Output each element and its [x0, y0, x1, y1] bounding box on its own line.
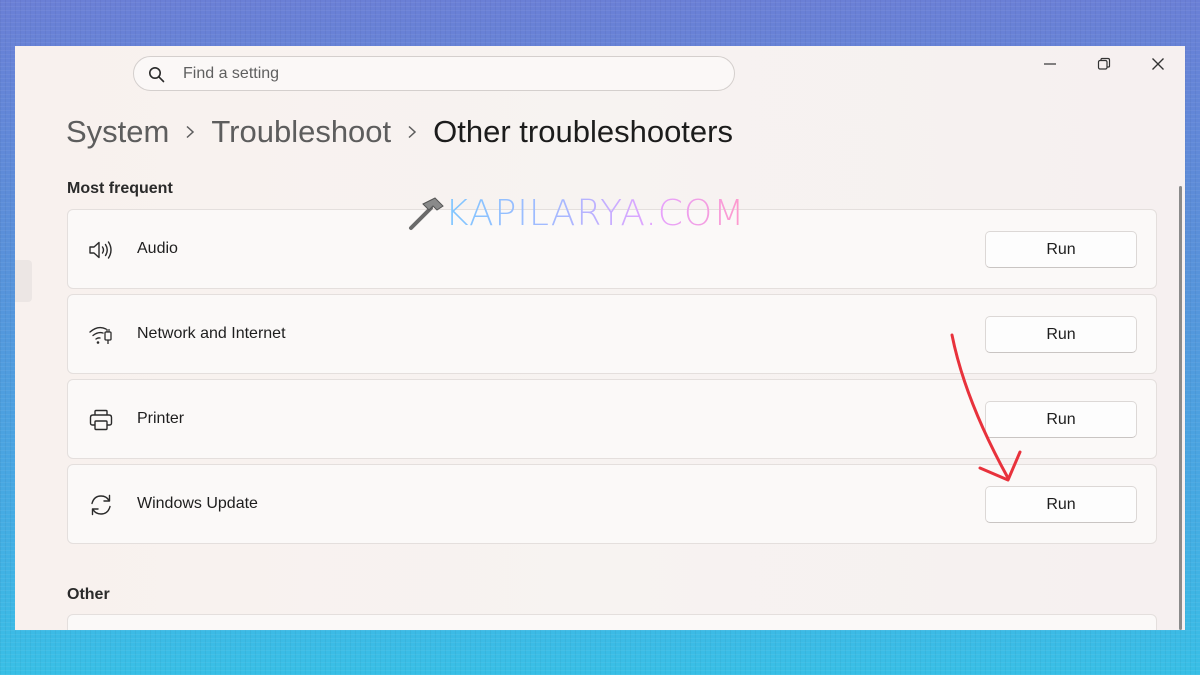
speaker-icon	[89, 241, 112, 259]
close-button[interactable]	[1131, 46, 1185, 82]
troubleshooter-label: Windows Update	[137, 495, 258, 512]
troubleshooter-card-partial	[67, 614, 1157, 630]
annotation-arrow-icon	[950, 333, 1022, 482]
search-icon	[149, 67, 165, 83]
breadcrumb-troubleshoot[interactable]: Troubleshoot	[211, 114, 391, 150]
restore-icon	[1097, 57, 1111, 70]
minimize-icon	[1044, 63, 1056, 65]
run-audio-button[interactable]: Run	[985, 231, 1137, 268]
chevron-right-icon	[407, 125, 417, 139]
restore-button[interactable]	[1077, 46, 1131, 82]
breadcrumb: System Troubleshoot Other troubleshooter…	[66, 114, 733, 150]
troubleshooter-label: Audio	[137, 240, 178, 257]
settings-window: System Troubleshoot Other troubleshooter…	[15, 46, 1185, 630]
close-icon	[1152, 58, 1164, 70]
breadcrumb-system[interactable]: System	[66, 114, 169, 150]
chevron-right-icon	[185, 125, 195, 139]
page-title: Other troubleshooters	[433, 114, 733, 149]
nav-pane-edge	[15, 260, 32, 302]
scrollbar[interactable]	[1179, 186, 1182, 630]
section-other: Other	[67, 586, 110, 603]
printer-icon	[89, 409, 113, 431]
network-icon	[89, 326, 112, 344]
minimize-button[interactable]	[1023, 46, 1077, 82]
watermark: KAPILARYA.COM	[405, 193, 745, 234]
section-most-frequent: Most frequent	[67, 180, 173, 197]
troubleshooter-label: Printer	[137, 410, 185, 427]
refresh-icon	[91, 494, 111, 516]
troubleshooter-label: Network and Internet	[137, 325, 286, 342]
search-box[interactable]	[133, 56, 735, 91]
window-controls	[1023, 46, 1185, 82]
run-windows-update-button[interactable]: Run	[985, 486, 1137, 523]
search-input[interactable]	[181, 63, 705, 84]
hammer-icon	[409, 196, 444, 230]
watermark-text: KAPILARYA.COM	[445, 193, 746, 234]
